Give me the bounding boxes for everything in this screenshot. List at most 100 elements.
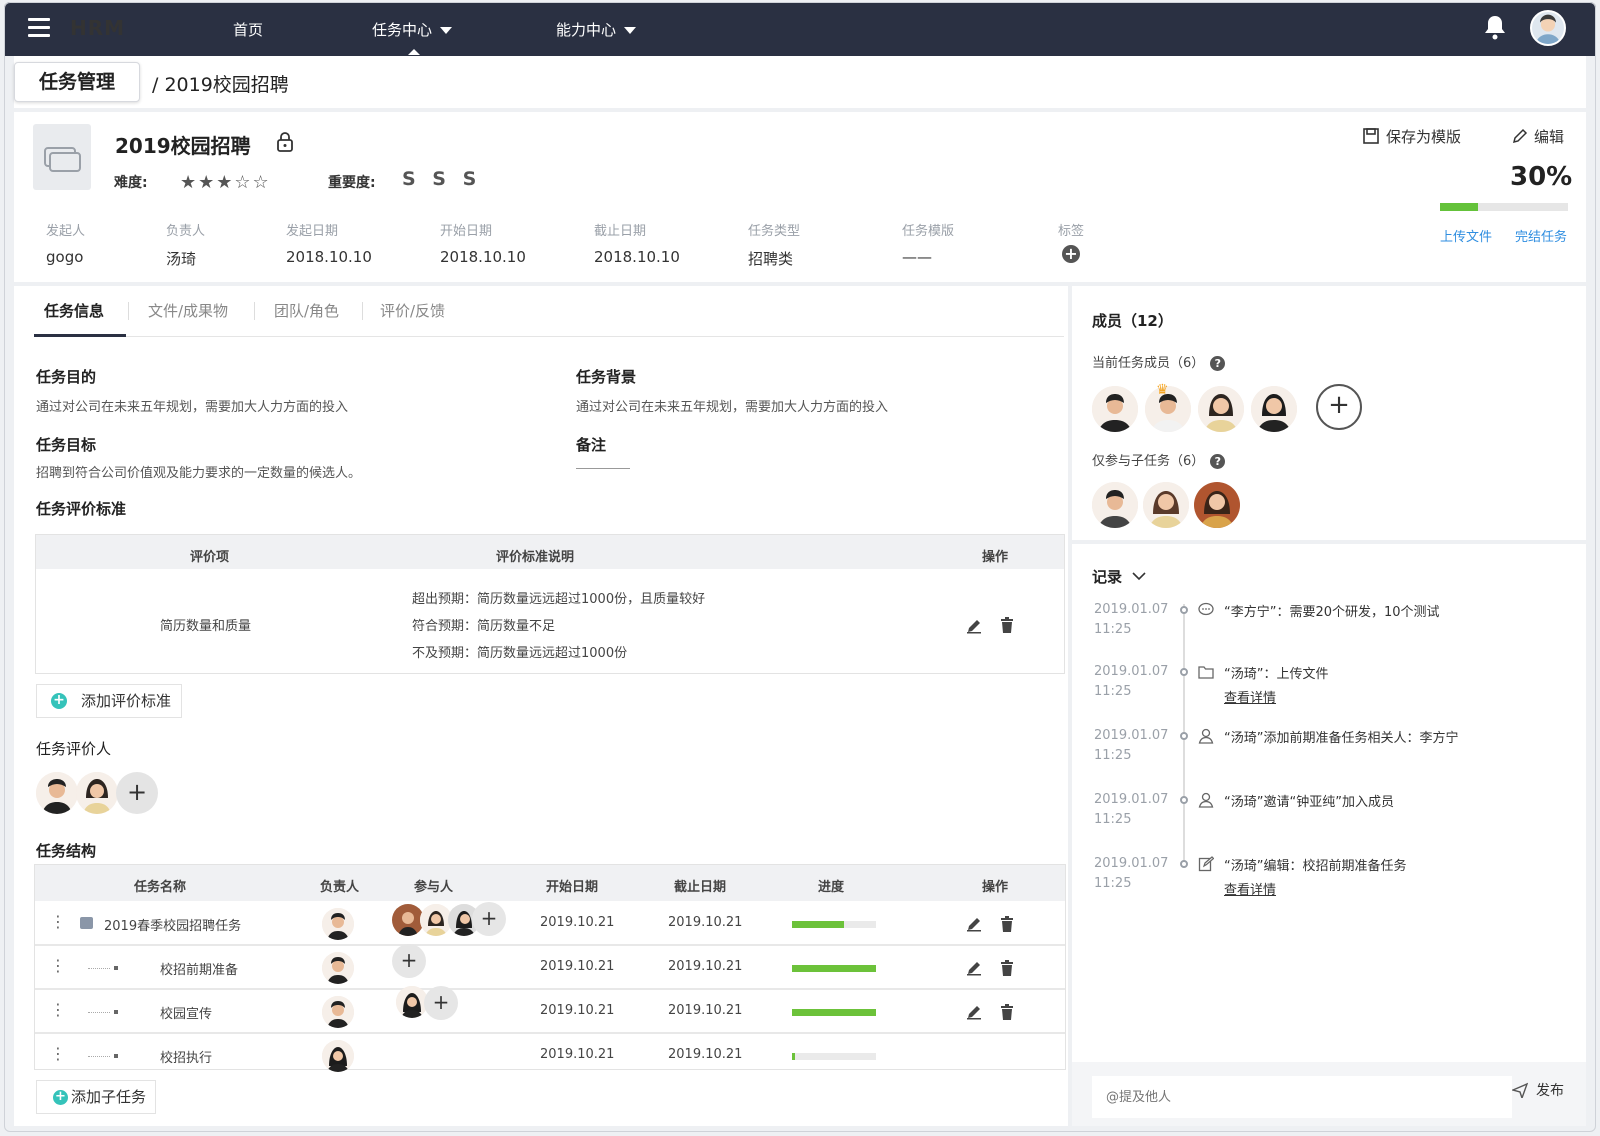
evaluator-avatar[interactable] [76, 772, 118, 814]
start-date: 2019.10.21 [540, 1003, 615, 1018]
lock-icon[interactable] [276, 132, 294, 152]
edit-icon[interactable] [966, 916, 982, 932]
help-icon[interactable]: ? [1210, 454, 1226, 469]
evaluator-avatar[interactable] [36, 772, 78, 814]
user-icon [1198, 792, 1214, 808]
meta-label: 开始日期 [440, 224, 493, 239]
add-participant-button[interactable]: + [424, 986, 458, 1020]
nav-item-home[interactable]: 首页 [233, 19, 263, 40]
progress-bar-fill [792, 965, 876, 972]
importance-value: S S S [402, 168, 482, 190]
plus-circle-icon: + [53, 1090, 68, 1105]
meta-label: 发起日期 [286, 224, 339, 239]
drag-handle-icon[interactable]: ⋮ [50, 1000, 66, 1019]
sub-member-avatar[interactable] [1143, 482, 1189, 528]
progress-bar-fill [792, 921, 844, 928]
structure-col-ops: 操作 [982, 880, 1009, 895]
owner-avatar[interactable] [322, 1040, 354, 1072]
member-avatar[interactable] [1251, 386, 1297, 432]
tab-task-info[interactable]: 任务信息 [44, 300, 104, 321]
owner-avatar[interactable] [322, 908, 354, 940]
task-name[interactable]: 校园宣传 [160, 1003, 212, 1022]
log-text: “汤琦”编辑：校招前期准备任务 [1224, 859, 1407, 874]
progress-bar-fill [792, 1053, 795, 1060]
add-subtask-button[interactable]: + 添加子任务 [36, 1080, 156, 1114]
view-details-link[interactable]: 查看详情 [1224, 879, 1276, 898]
nav-item-label: 任务中心 [372, 21, 433, 39]
task-name[interactable]: 校招执行 [160, 1047, 212, 1066]
progress-bar-fill [792, 1009, 876, 1016]
owner-avatar[interactable] [322, 996, 354, 1028]
progress-bar [792, 965, 876, 972]
drag-handle-icon[interactable]: ⋮ [50, 956, 66, 975]
task-name[interactable]: 校招前期准备 [160, 959, 238, 978]
tab-feedback[interactable]: 评价/反馈 [380, 300, 445, 321]
log-text: “李方宁”：需要20个研发，10个测试 [1224, 605, 1440, 620]
row-divider [35, 988, 1065, 990]
edit-icon[interactable] [966, 1004, 982, 1020]
edit-icon[interactable] [966, 960, 982, 976]
send-label: 发布 [1536, 1083, 1564, 1099]
trash-icon[interactable] [1000, 960, 1014, 976]
save-template-button[interactable]: 保存为模版 [1362, 126, 1461, 147]
breadcrumb-root[interactable]: 任务管理 [14, 62, 140, 102]
structure-col-start: 开始日期 [546, 880, 599, 895]
add-evaluator-button[interactable]: + [116, 772, 158, 814]
add-participant-button[interactable]: + [472, 902, 506, 936]
task-icon [33, 124, 91, 190]
task-title: 2019校园招聘 [115, 134, 251, 158]
trash-icon[interactable] [1000, 1004, 1014, 1020]
add-participant-button[interactable]: + [392, 944, 426, 978]
add-tag-button[interactable]: + [1062, 245, 1080, 263]
member-avatar[interactable] [1198, 386, 1244, 432]
menu-icon[interactable] [28, 18, 50, 37]
tab-files[interactable]: 文件/成果物 [148, 300, 228, 321]
structure-col-name: 任务名称 [134, 880, 187, 895]
structure-col-owner: 负责人 [320, 880, 360, 895]
log-date: 2019.01.07 11:25 [1094, 854, 1168, 894]
add-member-button[interactable]: + [1316, 384, 1362, 430]
log-text: “汤琦”添加前期准备任务相关人：李方宁 [1224, 731, 1459, 746]
owner-avatar[interactable] [322, 952, 354, 984]
meta-label: 负责人 [166, 224, 206, 239]
caret-down-icon [440, 27, 453, 34]
drag-handle-icon[interactable]: ⋮ [50, 1044, 66, 1063]
structure-col-progress: 进度 [818, 880, 845, 895]
member-avatar[interactable] [1092, 386, 1138, 432]
note-empty-line [576, 468, 630, 469]
note-title: 备注 [576, 436, 607, 454]
log-text: “汤琦”邀请“钟亚纯”加入成员 [1224, 795, 1394, 810]
view-details-link[interactable]: 查看详情 [1224, 687, 1276, 706]
nav-item-task-center[interactable]: 任务中心 [372, 19, 453, 40]
log-title[interactable]: 记录 [1092, 566, 1146, 587]
app-logo[interactable]: HRM [70, 16, 125, 40]
edit-icon[interactable] [966, 618, 982, 634]
upload-file-link[interactable]: 上传文件 [1440, 226, 1492, 245]
caret-down-icon [624, 27, 637, 34]
progress-fill [1440, 203, 1478, 211]
trash-icon[interactable] [1000, 916, 1014, 932]
complete-task-link[interactable]: 完结任务 [1515, 226, 1567, 245]
trash-icon[interactable] [1000, 617, 1014, 633]
drag-handle-icon[interactable]: ⋮ [50, 912, 66, 931]
structure-title: 任务结构 [36, 842, 97, 860]
tab-team[interactable]: 团队/角色 [274, 300, 339, 321]
edit-button[interactable]: 编辑 [1512, 126, 1564, 147]
timeline-dot [1180, 606, 1188, 614]
current-members-text: 当前任务成员（6） [1092, 356, 1205, 371]
row-divider [35, 944, 1065, 946]
sub-member-avatar[interactable] [1092, 482, 1138, 528]
user-avatar[interactable] [1530, 10, 1566, 46]
bell-icon[interactable] [1484, 14, 1506, 40]
help-icon[interactable]: ? [1210, 356, 1226, 371]
add-eval-criteria-button[interactable]: + 添加评价标准 [36, 684, 182, 718]
folder-icon[interactable] [80, 917, 93, 929]
end-date: 2019.10.21 [668, 1047, 743, 1062]
log-date: 2019.01.07 11:25 [1094, 726, 1168, 766]
sub-member-avatar[interactable] [1194, 482, 1240, 528]
start-date: 2019.10.21 [540, 915, 615, 930]
nav-item-ability-center[interactable]: 能力中心 [556, 19, 637, 40]
mention-input[interactable] [1092, 1076, 1512, 1118]
send-button[interactable]: 发布 [1510, 1080, 1564, 1101]
task-name[interactable]: 2019春季校园招聘任务 [104, 915, 241, 934]
